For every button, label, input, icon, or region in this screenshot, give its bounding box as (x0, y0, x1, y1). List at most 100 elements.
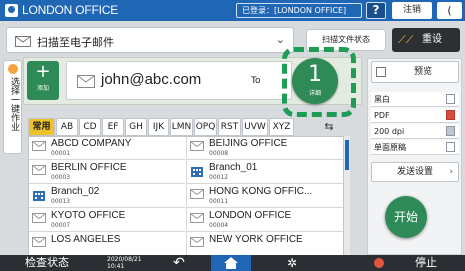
envelope-icon (32, 237, 46, 247)
setting-label: 黑白 (374, 95, 390, 104)
pdf-icon (446, 110, 455, 120)
tab-ijk[interactable]: IJK (148, 118, 169, 136)
tab-gh[interactable]: GH (125, 118, 147, 136)
preview-label: 预览 (414, 67, 433, 77)
sort-toggle-icon[interactable]: ⇆ (318, 118, 340, 136)
to-label: To (251, 76, 261, 86)
add-label: 添加 (36, 85, 49, 92)
address-book-list: ABCD COMPANY 00001 BEIJING OFFICE 00008 … (28, 136, 344, 256)
list-item[interactable]: NEW YORK OFFICE (187, 233, 343, 255)
entry-name: ABCD COMPANY (51, 138, 132, 149)
send-settings-label: 发送设置 (397, 167, 434, 177)
scan-mode-label: 扫描至电子邮件 (37, 36, 114, 49)
list-item[interactable]: HONG KONG OFFIC... 00011 (187, 185, 343, 208)
entry-name: KYOTO OFFICE (51, 210, 126, 221)
tab-frequent[interactable]: 常用 (28, 118, 55, 136)
checkbox-icon (376, 67, 386, 77)
entry-number: 00004 (209, 222, 229, 229)
color-mode-setting[interactable]: 黑白 (371, 92, 459, 107)
single-sided-icon (446, 142, 455, 152)
scroll-thumb[interactable] (345, 140, 349, 170)
gear-icon[interactable]: ✲ (280, 255, 304, 271)
list-item[interactable]: ABCD COMPANY 00001 (29, 137, 185, 160)
resolution-icon (446, 126, 455, 136)
entry-name: HONG KONG OFFIC... (209, 186, 313, 197)
entry-name: LONDON OFFICE (209, 210, 292, 221)
list-item[interactable]: BERLIN OFFICE 00003 (29, 161, 185, 184)
one-touch-job-tab[interactable]: 选择一键作业 (3, 60, 22, 154)
add-destination-button[interactable]: + 添加 (27, 61, 59, 100)
window-title: LONDON OFFICE (22, 3, 119, 17)
entry-number: 00007 (51, 222, 71, 229)
detail-label: 详细 (308, 90, 321, 97)
stop-label: 停止 (415, 256, 437, 269)
entry-name: Branch_01 (209, 162, 258, 173)
tab-ab[interactable]: AB (56, 118, 78, 136)
envelope-icon (77, 75, 95, 88)
envelope-icon (32, 165, 46, 175)
setting-label: 200 dpi (374, 127, 405, 136)
user-icon (5, 4, 18, 17)
building-icon (33, 191, 45, 201)
list-item[interactable]: Branch_01 00012 (187, 161, 343, 184)
stop-icon (374, 258, 384, 268)
list-item[interactable]: LOS ANGELES (29, 233, 185, 255)
list-item[interactable]: BEIJING OFFICE 00008 (187, 137, 343, 160)
resolution-setting[interactable]: 200 dpi (371, 124, 459, 139)
entry-name: Branch_02 (51, 186, 100, 197)
tab-cd[interactable]: CD (79, 118, 101, 136)
tab-rst[interactable]: RST (218, 118, 241, 136)
tab-uvw[interactable]: UVW (242, 118, 268, 136)
start-button[interactable]: 开始 (385, 196, 427, 238)
list-item[interactable]: LONDON OFFICE 00004 (187, 209, 343, 232)
logout-button[interactable]: 注销 (392, 2, 432, 19)
destination-address-field[interactable]: john@abc.com To (66, 61, 292, 100)
back-icon[interactable]: ↶ (166, 255, 192, 271)
entry-name: LOS ANGELES (51, 234, 121, 245)
more-button[interactable]: ( (437, 2, 462, 19)
tab-ef[interactable]: EF (102, 118, 124, 136)
file-type-setting[interactable]: PDF (371, 108, 459, 123)
tab-lmn[interactable]: LMN (170, 118, 193, 136)
envelope-icon (32, 141, 46, 151)
entry-number: 00011 (209, 198, 229, 205)
reset-label: 重设 (422, 34, 442, 45)
send-settings-button[interactable]: 发送设置 › (371, 162, 459, 182)
entry-number: 00012 (209, 174, 229, 181)
entry-name: BERLIN OFFICE (51, 162, 127, 173)
plus-icon: + (35, 61, 51, 82)
destination-address: john@abc.com (101, 71, 202, 88)
chevron-down-icon: ⌄ (275, 33, 285, 46)
datetime: 2020/08/21 10:41 (107, 256, 142, 270)
destination-detail-button[interactable]: 1 详细 (292, 58, 338, 104)
entry-name: BEIJING OFFICE (209, 138, 288, 149)
date-text: 2020/08/21 (107, 256, 142, 263)
original-type-setting[interactable]: 单面原稿 (371, 140, 459, 155)
check-status-button[interactable]: 检查状态 (0, 255, 94, 271)
list-item[interactable]: Branch_02 00013 (29, 185, 185, 208)
login-status: 已登录：[LONDON OFFICE] (236, 3, 362, 18)
reset-button[interactable]: ⟋⟋ 重设 (392, 28, 460, 52)
entry-name: NEW YORK OFFICE (209, 234, 303, 245)
tab-xyz[interactable]: XYZ (269, 118, 294, 136)
list-item[interactable]: KYOTO OFFICE 00007 (29, 209, 185, 232)
bottom-bar: 检查状态 2020/08/21 10:41 ↶ ✲ 停止 (0, 255, 465, 271)
envelope-icon (190, 141, 204, 151)
home-icon (224, 257, 238, 269)
envelope-icon (15, 36, 31, 47)
one-touch-job-label: 选择一键作业 (9, 77, 19, 131)
tab-opq[interactable]: OPQ (194, 118, 217, 136)
title-bar: LONDON OFFICE 已登录：[LONDON OFFICE] ? 注销 ( (0, 0, 465, 21)
help-button[interactable]: ? (366, 2, 386, 19)
entry-number: 00001 (51, 150, 71, 157)
envelope-icon (190, 237, 204, 247)
envelope-icon (32, 213, 46, 223)
scan-mode-selector[interactable]: 扫描至电子邮件 ⌄ (6, 27, 294, 53)
star-icon (8, 64, 18, 74)
chevron-right-icon: › (449, 167, 453, 177)
envelope-icon (190, 213, 204, 223)
stop-button[interactable]: 停止 (368, 255, 465, 271)
preview-toggle[interactable]: 预览 (371, 61, 459, 83)
entry-number: 00003 (51, 174, 71, 181)
home-button[interactable] (211, 255, 251, 271)
